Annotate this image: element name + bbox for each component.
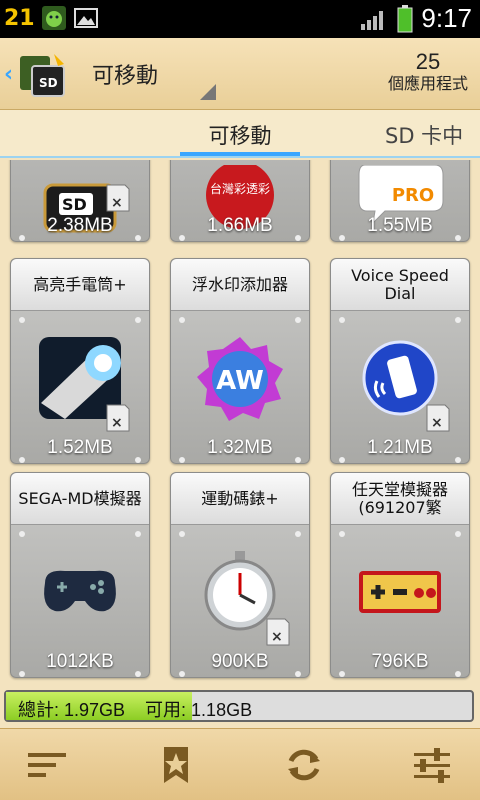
storage-text: 總計: 1.97GB 可用: 1.18GB	[18, 700, 253, 720]
title-dropdown-icon[interactable]	[200, 84, 216, 100]
storage-bar: 總計: 1.97GB 可用: 1.18GB	[4, 690, 474, 722]
svg-text:PRO: PRO	[392, 185, 434, 206]
menu-icon[interactable]	[26, 745, 70, 785]
app-size: 1.55MB	[367, 215, 433, 236]
app-size: 1.66MB	[207, 215, 273, 236]
sd-card-badge-icon: ×	[106, 184, 130, 212]
android-robot-icon	[41, 6, 66, 30]
app-size: 900KB	[211, 651, 269, 672]
pro-speech-bubble-icon: PRO	[358, 165, 444, 225]
app-logo-icon[interactable]: SD	[18, 50, 68, 100]
app-card[interactable]: 任天堂模擬器(691207繁 796KB	[330, 472, 470, 678]
app-count-label: 個應用程式	[387, 74, 468, 93]
app-card[interactable]: 台灣彩透彩 1.66MB	[170, 160, 310, 242]
svg-text:AW: AW	[216, 366, 264, 396]
svg-text:SD: SD	[39, 76, 58, 90]
app-card[interactable]: 高亮手電筒+ × 1.52MB	[10, 258, 150, 464]
app-name: 浮水印添加器	[171, 259, 309, 311]
tab-sd-card[interactable]: SD 卡中	[385, 120, 463, 150]
status-bar: 21 9:17	[0, 0, 480, 38]
sd-card-badge-icon: ×	[106, 404, 130, 432]
sd-card-badge-icon: ×	[426, 404, 450, 432]
svg-text:×: ×	[111, 415, 123, 431]
app-card[interactable]: SD × 2.38MB	[10, 160, 150, 242]
refresh-icon[interactable]	[282, 745, 326, 785]
tab-removable[interactable]: 可移動	[180, 120, 300, 150]
app-card[interactable]: SEGA-MD模擬器 1012KB	[10, 472, 150, 678]
svg-text:SD: SD	[62, 195, 87, 214]
svg-text:×: ×	[431, 415, 443, 431]
gamepad-icon	[44, 570, 116, 612]
app-count-number: 25	[415, 49, 441, 74]
back-chevron-icon[interactable]: ‹	[4, 62, 13, 87]
signal-icon	[361, 10, 384, 30]
app-size: 796KB	[371, 651, 429, 672]
svg-text:×: ×	[271, 629, 283, 645]
image-icon	[73, 8, 98, 28]
app-card[interactable]: PRO 1.55MB	[330, 160, 470, 242]
app-card[interactable]: 浮水印添加器 AW 1.32MB	[170, 258, 310, 464]
app-size: 1.21MB	[367, 437, 433, 458]
notification-count: 21	[4, 5, 35, 31]
active-tab-indicator	[180, 152, 300, 156]
famicom-controller-icon	[359, 571, 441, 613]
watermark-aw-icon: AW	[197, 337, 283, 421]
bookmark-icon[interactable]	[154, 745, 198, 785]
battery-icon	[397, 4, 413, 32]
app-name: SEGA-MD模擬器	[11, 473, 149, 525]
app-grid: SD × 2.38MB 台灣彩透彩 1.66MB PRO 1.55MB 高亮手電…	[0, 160, 480, 686]
app-name: Voice Speed Dial	[331, 259, 469, 311]
app-size: 1.32MB	[207, 437, 273, 458]
app-name: 任天堂模擬器(691207繁	[331, 473, 469, 525]
app-count: 25 個應用程式	[388, 50, 468, 94]
action-bar: ‹ SD 可移動 25 個應用程式	[0, 38, 480, 110]
svg-text:台灣彩透彩: 台灣彩透彩	[210, 181, 270, 196]
app-size: 1.52MB	[47, 437, 113, 458]
app-name: 高亮手電筒+	[11, 259, 149, 311]
page-title[interactable]: 可移動	[92, 58, 158, 90]
settings-sliders-icon[interactable]	[410, 745, 454, 785]
app-card[interactable]: Voice Speed Dial × 1.21MB	[330, 258, 470, 464]
app-card[interactable]: 運動碼錶+ × 900KB	[170, 472, 310, 678]
sd-card-badge-icon: ×	[266, 618, 290, 646]
app-size: 2.38MB	[47, 215, 113, 236]
svg-text:×: ×	[111, 195, 123, 211]
clock: 9:17	[421, 3, 472, 33]
bottom-toolbar	[0, 728, 480, 800]
app-size: 1012KB	[46, 651, 114, 672]
tab-bar: 可移動 SD 卡中	[0, 110, 480, 158]
taiwan-lottery-icon: 台灣彩透彩	[206, 165, 274, 229]
app-name: 運動碼錶+	[171, 473, 309, 525]
